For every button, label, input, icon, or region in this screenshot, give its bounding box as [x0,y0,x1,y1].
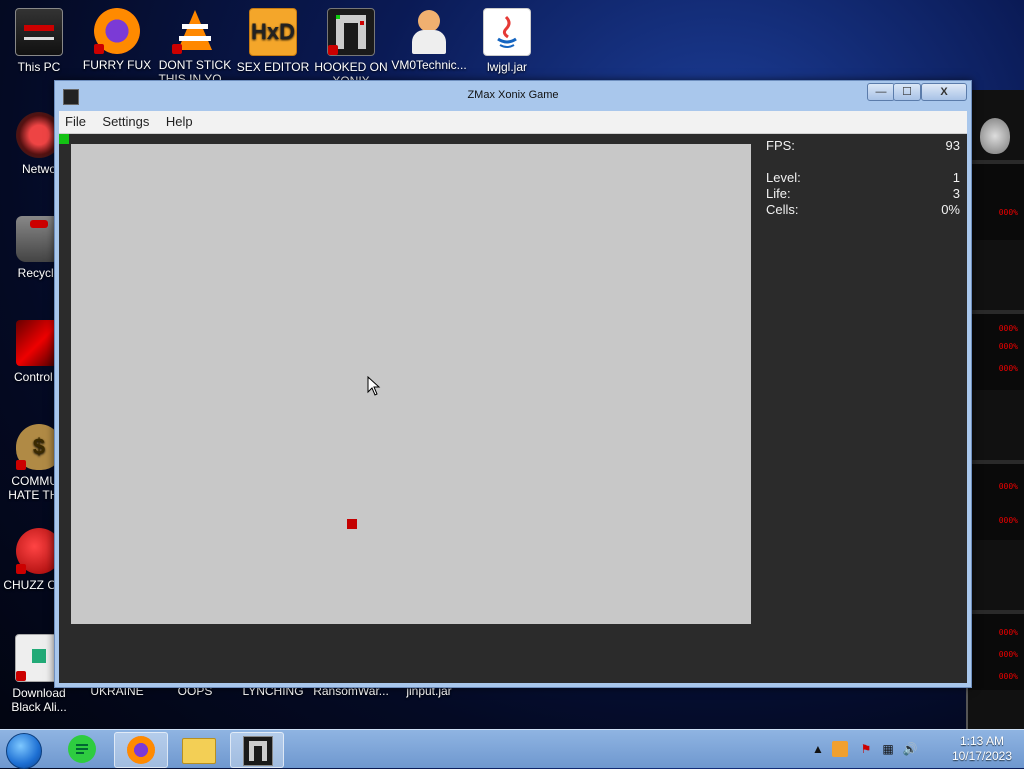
stats-panel: FPS: 93 Level: 1 Life: 3 Cells: 0% [766,138,960,218]
game-client-area: FPS: 93 Level: 1 Life: 3 Cells: 0% [59,134,967,683]
cells-row: Cells: 0% [766,202,960,218]
xonix-icon [243,736,273,766]
desktop-icon-furry-fux[interactable]: FURRY FUX [78,8,156,86]
minimize-button[interactable]: — [867,83,895,101]
life-value: 3 [952,186,960,201]
desktop-icon-label: UKRAINE [90,684,144,698]
life-label: Life: [766,186,791,201]
panel-readout: 000% [998,208,1018,217]
cells-value: 0% [941,202,960,217]
hxd-icon: HxD [249,8,297,56]
java-icon [483,8,531,56]
panel-readout: 000% [998,342,1018,351]
desktop-icon-label: LYNCHING [242,684,304,698]
computer-icon [15,8,63,56]
menu-help[interactable]: Help [160,111,199,129]
badge-icon [328,45,338,55]
panel-readout: 000% [998,364,1018,373]
doctor-icon [406,8,452,54]
firefox-icon [127,736,155,764]
badge-icon [94,44,104,54]
desktop-icon-label: jinput.jar [406,684,452,698]
xonix-icon [327,8,375,56]
desktop-icon-xonix[interactable]: HOOKED ON XONIX [312,8,390,88]
level-label: Level: [766,170,801,185]
desktop-icon-jinput[interactable]: jinput.jar [390,684,468,712]
menu-bar: File Settings Help [59,111,967,134]
firefox-icon [94,8,140,54]
desktop-icon-label: OOPS [177,684,213,698]
title-bar[interactable]: ZMax Xonix Game — ☐ X [55,81,971,111]
level-row: Level: 1 [766,170,960,186]
taskbar-file-explorer[interactable] [172,732,224,766]
file-explorer-icon [182,738,216,764]
clock-date: 10/17/2023 [951,749,1012,763]
maximize-button[interactable]: ☐ [893,83,921,101]
alien-head-icon [980,118,1010,154]
fps-row: FPS: 93 [766,138,960,154]
notes-icon [68,735,96,763]
desktop-icon-hxd[interactable]: HxD SEX EDITOR [234,8,312,88]
badge-icon [172,44,182,54]
clock-time: 1:13 AM [959,734,1004,748]
desktop-icon-lwjgl[interactable]: lwjgl.jar [468,8,546,88]
cells-label: Cells: [766,202,799,217]
desktop-icon-this-pc[interactable]: This PC [0,8,78,88]
badge-icon [16,564,26,574]
player-marker [59,134,69,144]
window-title: ZMax Xonix Game [467,89,559,101]
desktop-icon-label: Download Black Ali... [11,686,67,714]
desktop-icon-lynching[interactable]: LYNCHING [234,684,312,712]
panel-readout: 000% [998,672,1018,681]
menu-file[interactable]: File [59,111,92,129]
close-button[interactable]: X [921,83,967,101]
badge-icon [16,671,26,681]
fps-value: 93 [945,138,960,153]
panel-readout: 000% [998,324,1018,333]
panel-readout: 000% [998,628,1018,637]
network-status-icon[interactable]: ▦ [880,741,896,757]
menu-settings[interactable]: Settings [96,111,155,129]
badge-icon [16,460,26,470]
vlc-icon [172,8,218,54]
panel-readout: 000% [998,650,1018,659]
clock[interactable]: 1:13 AM 10/17/2023 [952,734,1012,764]
taskbar-notes[interactable] [58,732,110,766]
playfield-border [59,134,751,624]
alien-sidebar-widget: 000% 000% 000% 000% 000% 000% 000% 000% … [966,90,1024,730]
fps-label: FPS: [766,138,795,153]
desktop-icon-vlc[interactable]: DONT STICK THIS IN YO... [156,8,234,86]
playfield[interactable] [71,144,751,624]
desktop-icon-vm0technic[interactable]: VM0Technic... [390,8,468,86]
panel-readout: 000% [998,516,1018,525]
taskbar-xonix[interactable] [230,732,284,768]
show-hidden-icons-icon[interactable]: ▲ [810,741,826,757]
panel-readout: 000% [998,482,1018,491]
taskbar: ▲ ⚑ ▦ 🔊 1:13 AM 10/17/2023 [0,729,1024,769]
desktop-icon-ransomware[interactable]: RansomWar... [312,684,390,712]
life-row: Life: 3 [766,186,960,202]
action-center-flag-icon[interactable]: ⚑ [858,741,874,757]
tray-app-icon[interactable] [832,741,848,757]
level-value: 1 [952,170,960,185]
desktop-icon-ukraine[interactable]: UKRAINE [78,684,156,712]
start-orb-icon[interactable] [6,733,42,769]
enemy-ball [347,519,357,529]
taskbar-firefox[interactable] [114,732,168,768]
desktop-icon-label: RansomWar... [313,684,389,698]
desktop-icon-oops[interactable]: OOPS [156,684,234,712]
game-window[interactable]: ZMax Xonix Game — ☐ X File Settings Help… [54,80,972,688]
volume-icon[interactable]: 🔊 [902,741,918,757]
